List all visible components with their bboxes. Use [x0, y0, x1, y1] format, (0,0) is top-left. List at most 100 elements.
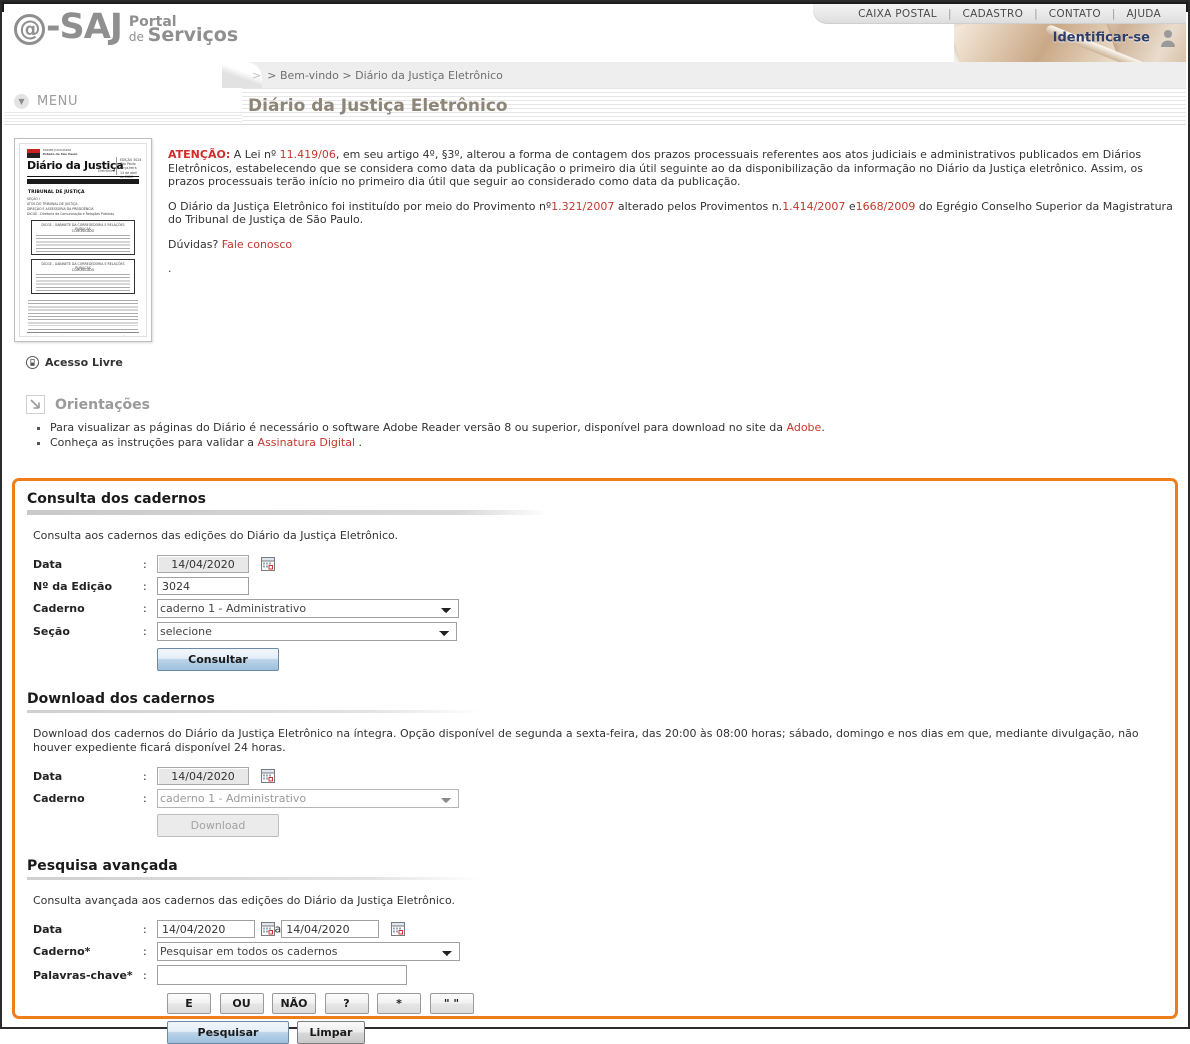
- orientacoes-header: Orientações: [4, 369, 1186, 414]
- pesquisa-palavras-cell: [157, 963, 460, 987]
- download-caderno-cell: caderno 1 - Administrativo: [157, 787, 459, 810]
- pesquisa-data-from-input[interactable]: [157, 920, 255, 938]
- consulta-data-input[interactable]: [157, 555, 249, 573]
- orientacoes-title: Orientações: [55, 396, 150, 413]
- consultar-button[interactable]: Consultar: [157, 648, 279, 671]
- download-data-label: Data: [33, 769, 63, 783]
- calendar-icon[interactable]: [390, 921, 405, 936]
- pesquisa-caderno-cell: Pesquisar em todos os cadernos: [157, 940, 460, 963]
- calendar-icon[interactable]: [260, 556, 275, 571]
- thumb-divider-v: [116, 157, 117, 175]
- spacer-1: [33, 643, 143, 673]
- provimento-1668-link[interactable]: 1668/2009: [856, 200, 916, 213]
- header-bottom-divider: [4, 124, 1186, 125]
- pesquisa-row-caderno: Caderno* : Pesquisar em todos os caderno…: [33, 940, 460, 963]
- consulta-secao-select[interactable]: selecione: [157, 622, 457, 641]
- consulta-secao-colon: :: [143, 625, 147, 638]
- operator-nao-button[interactable]: NÃO: [272, 993, 316, 1014]
- assinatura-digital-link[interactable]: Assinatura Digital: [258, 436, 355, 449]
- utility-nav-item-ajuda[interactable]: AJUDA: [1115, 8, 1172, 20]
- consulta-description: Consulta aos cadernos das edições do Diá…: [33, 529, 399, 542]
- calendar-icon[interactable]: [260, 768, 275, 783]
- thumb-section-title: TRIBUNAL DE JUSTIÇA: [28, 190, 85, 195]
- consulta-secao-label: Seção: [33, 625, 70, 638]
- download-data-colon: :: [143, 769, 147, 783]
- consulta-edicao-cell: [157, 575, 459, 597]
- thumb-rule-2: [27, 332, 139, 333]
- thumb-sub3: DIREÇÃO E ASSESSORIA DA PRESIDÊNCIA: [27, 207, 94, 211]
- operator-e-button[interactable]: E: [167, 993, 211, 1014]
- pesquisa-form: Data : a: [33, 918, 460, 987]
- page-title: Diário da Justiça Eletrônico: [248, 96, 508, 116]
- pesquisa-data-to-input[interactable]: [281, 920, 380, 938]
- menu-toggle[interactable]: ▼ MENU: [4, 88, 242, 114]
- consulta-caderno-select[interactable]: caderno 1 - Administrativo: [157, 599, 459, 618]
- consulta-row-secao: Seção : selecione: [33, 620, 459, 643]
- provimento-1414-link[interactable]: 1.414/2007: [782, 200, 845, 213]
- download-section-title: Download dos cadernos: [27, 691, 215, 707]
- consulta-submit-cell: Consultar: [157, 643, 459, 673]
- at-symbol-icon: @: [14, 14, 45, 45]
- consulta-row-submit: Consultar: [33, 643, 459, 673]
- calendar-icon[interactable]: [260, 921, 275, 936]
- main-content: PODER JUDICIÁRIO Estado de São Paulo Diá…: [4, 126, 1186, 1044]
- operator-asterisk-button[interactable]: *: [377, 993, 421, 1014]
- portal-line3: Serviços: [147, 24, 239, 46]
- thumb-sub1: SEÇÃO I: [27, 197, 40, 201]
- forms-panel: Consulta dos cadernos Consulta aos cader…: [12, 478, 1178, 1044]
- download-title-rule: [27, 710, 1163, 713]
- download-data-cell: [157, 765, 459, 787]
- download-submit-cell: Download: [157, 810, 459, 839]
- list-item: Conheça as instruções para validar a Ass…: [50, 435, 1186, 450]
- pesquisa-palavras-label: Palavras-chave*: [33, 968, 133, 982]
- thumb-box2-sub: COMUNICADO: [71, 268, 95, 272]
- consulta-edicao-label: Nº da Edição: [33, 579, 113, 593]
- pesquisar-button[interactable]: Pesquisar: [167, 1021, 289, 1044]
- lei-link[interactable]: 11.419/06: [280, 148, 336, 161]
- pesquisa-actions: Pesquisar Limpar: [167, 1014, 1163, 1044]
- download-caderno-select[interactable]: caderno 1 - Administrativo: [157, 789, 459, 808]
- arrow-down-right-icon: [26, 395, 45, 414]
- download-button[interactable]: Download: [157, 814, 279, 837]
- identificar-se-link[interactable]: Identificar-se: [1053, 31, 1150, 46]
- provimento-1321-link[interactable]: 1.321/2007: [551, 200, 614, 213]
- pesquisa-caderno-colon: :: [143, 945, 147, 958]
- operator-quotes-button[interactable]: " ": [429, 993, 474, 1014]
- consulta-edicao-input[interactable]: [157, 577, 249, 595]
- pesquisa-operators: E OU NÃO ? * " ": [167, 987, 1163, 1014]
- notice-p2-c: e: [845, 199, 856, 213]
- adobe-link[interactable]: Adobe: [787, 421, 822, 434]
- limpar-button[interactable]: Limpar: [297, 1021, 365, 1044]
- menu-decor-lines: [4, 112, 242, 122]
- thumb-masthead-sub: Eletrônico: [98, 169, 115, 173]
- consulta-data-label: Data: [33, 557, 63, 571]
- notice-p1-a: A Lei nº: [230, 148, 280, 161]
- spacer-2: [143, 643, 157, 673]
- consulta-data-colon: :: [143, 557, 147, 571]
- utility-nav-item-cadastro[interactable]: CADASTRO: [952, 8, 1035, 20]
- free-access-icon: [26, 356, 39, 369]
- pesquisa-data-cell: a: [157, 918, 460, 940]
- diario-cover-thumbnail[interactable]: PODER JUDICIÁRIO Estado de São Paulo Diá…: [14, 138, 152, 342]
- utility-nav-item-caixa-postal[interactable]: CAIXA POSTAL: [847, 8, 948, 20]
- portal-servicos-text: Portal de Serviços: [128, 15, 239, 46]
- portal-line2: de: [128, 30, 148, 44]
- breadcrumb-item-current: Diário da Justiça Eletrônico: [355, 68, 503, 82]
- pesquisa-data-label: Data: [33, 922, 63, 936]
- fale-conosco-link[interactable]: Fale conosco: [222, 238, 292, 251]
- breadcrumb-item-bem-vindo[interactable]: Bem-vindo: [280, 69, 339, 82]
- notice-paragraph-3: Dúvidas? Fale conosco: [168, 238, 1176, 252]
- esaj-wordmark: @ -SAJ: [14, 7, 123, 47]
- download-data-input[interactable]: [157, 767, 249, 785]
- notice-paragraph-1: ATENÇÃO: A Lei nº 11.419/06, em seu arti…: [168, 148, 1176, 189]
- pesquisa-caderno-select[interactable]: Pesquisar em todos os cadernos: [157, 942, 460, 961]
- utility-nav-item-contato[interactable]: CONTATO: [1038, 8, 1112, 20]
- operator-question-button[interactable]: ?: [324, 993, 369, 1014]
- breadcrumb-separator: >: [342, 68, 352, 82]
- esaj-logo[interactable]: @ -SAJ Portal de Serviços: [14, 10, 238, 45]
- esaj-text: -SAJ: [46, 7, 123, 47]
- orient-2-a: Conheça as instruções para validar a: [50, 436, 258, 449]
- thumb-rule-1: [27, 176, 139, 177]
- operator-ou-button[interactable]: OU: [219, 993, 264, 1014]
- pesquisa-palavras-input[interactable]: [157, 965, 407, 985]
